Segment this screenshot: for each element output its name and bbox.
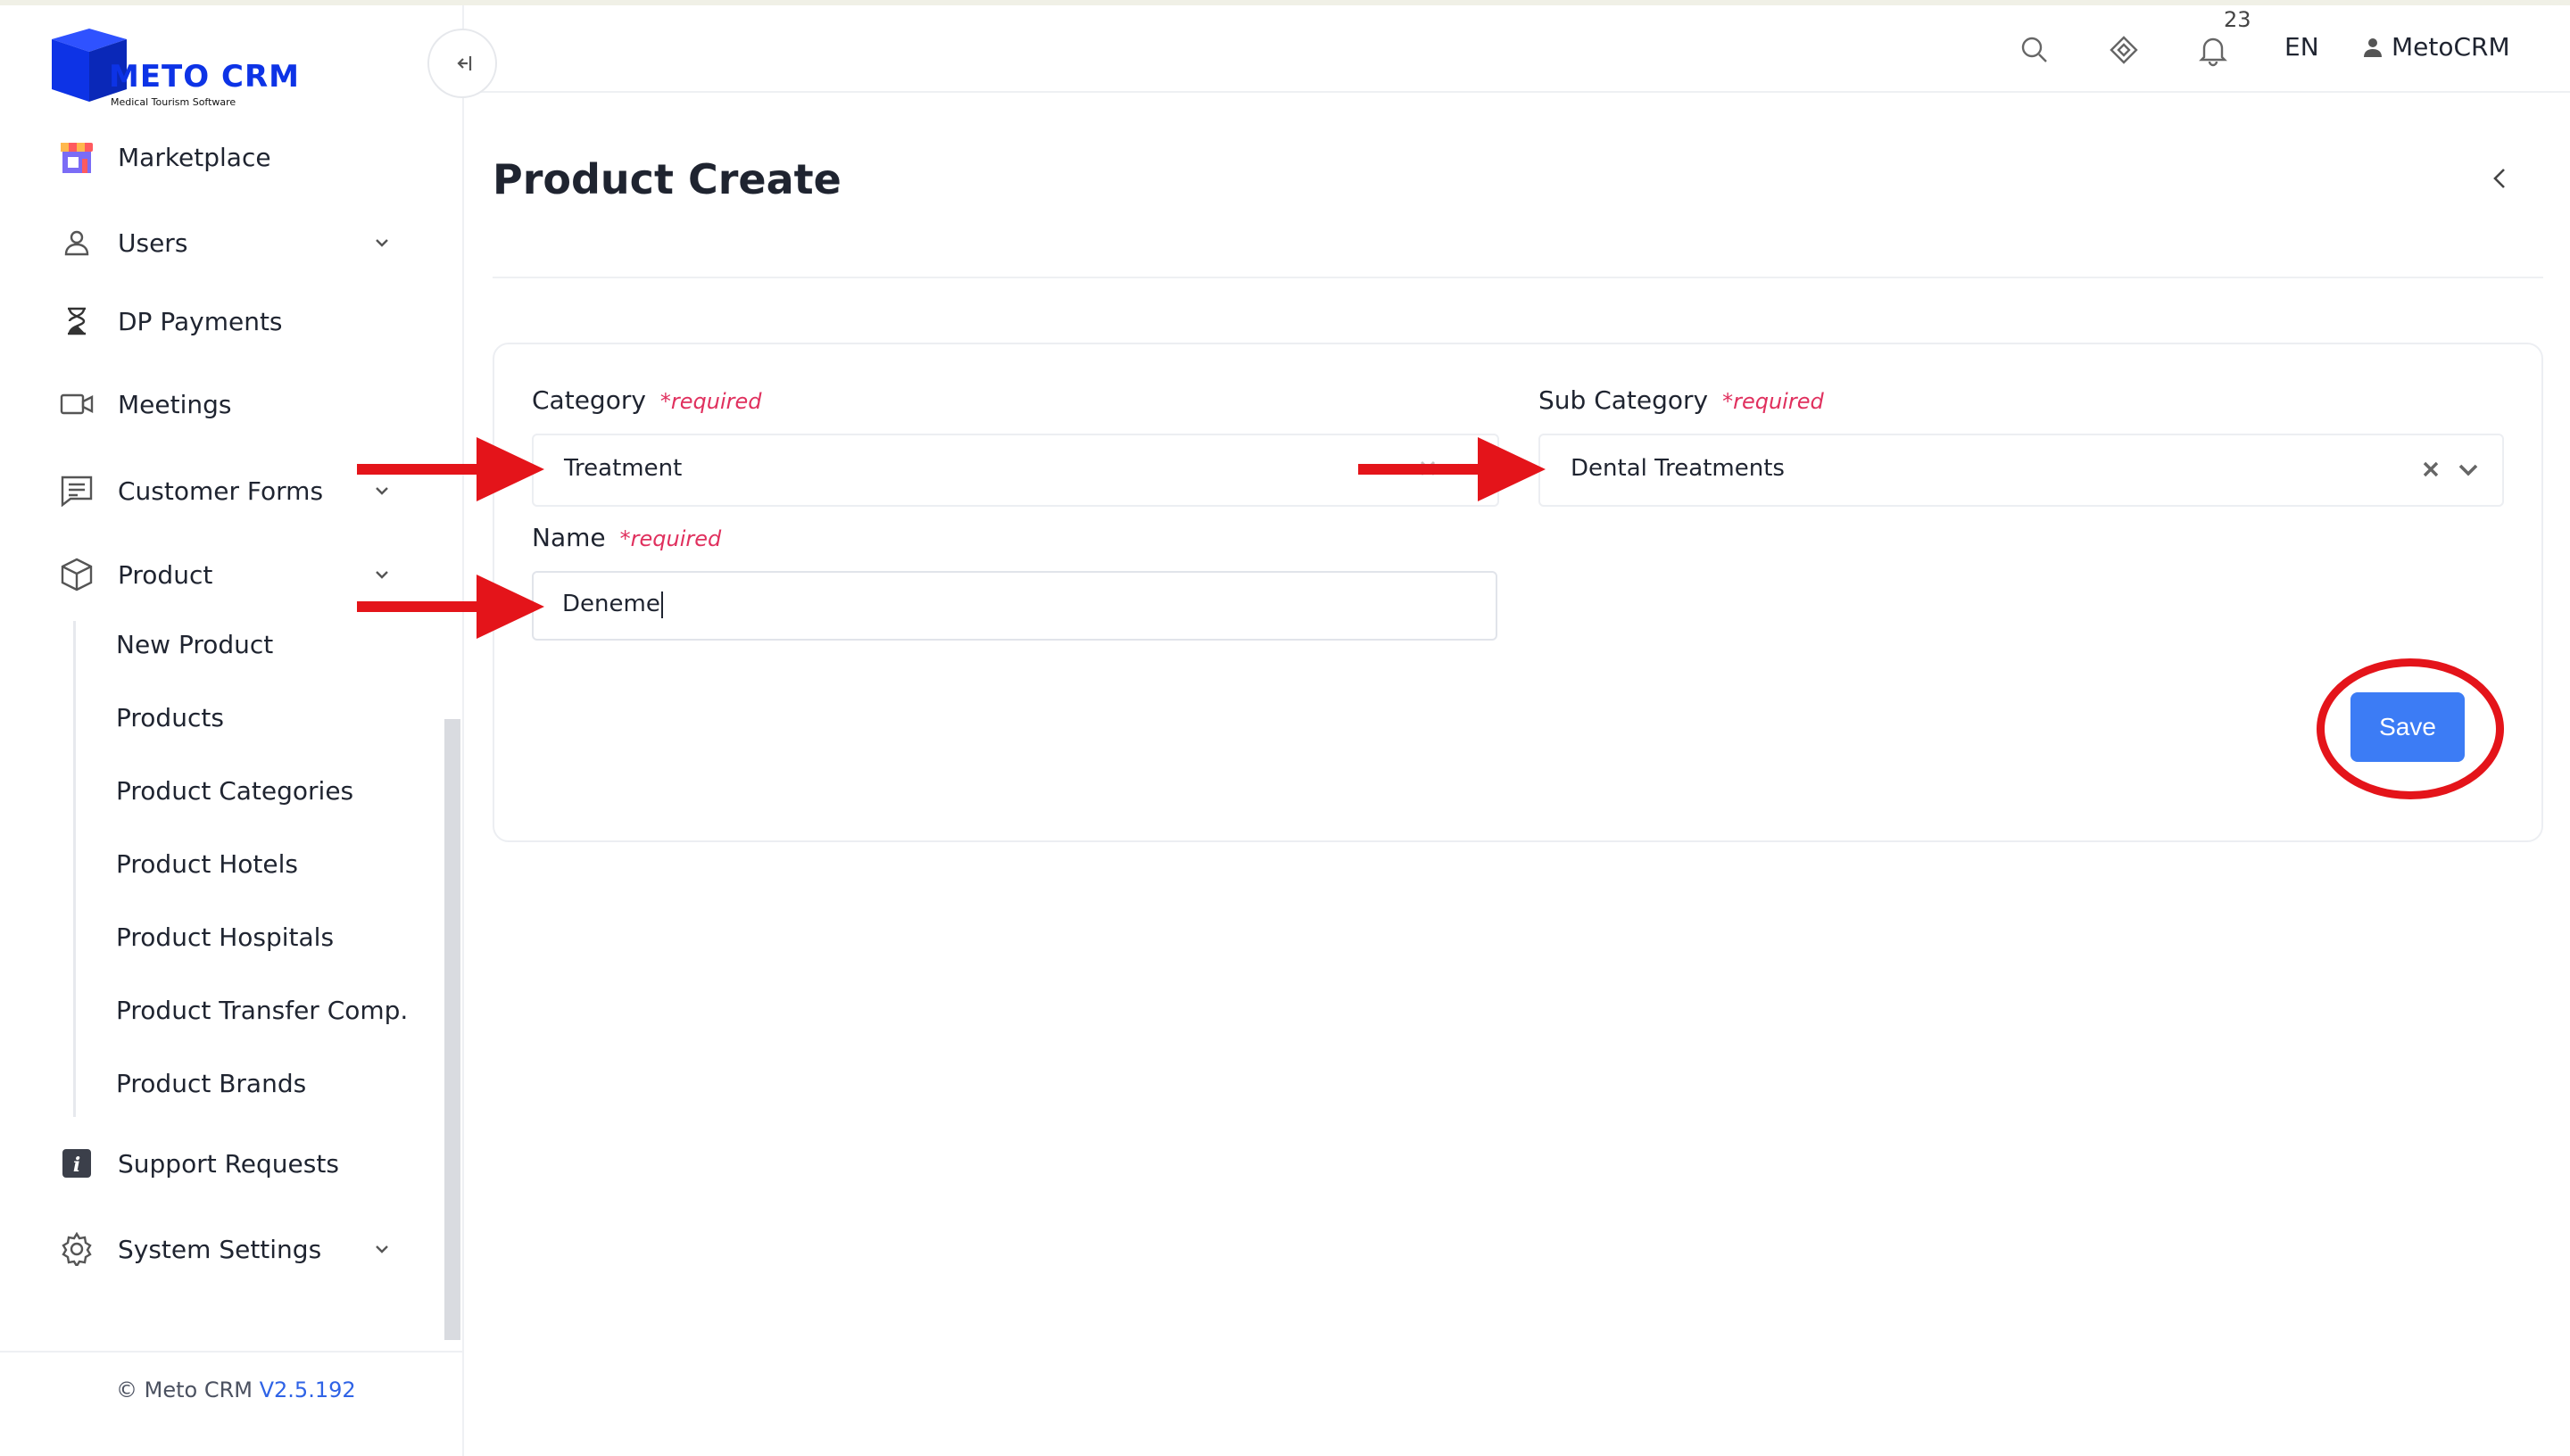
sub-category-select[interactable]: Dental Treatments [1538, 434, 2504, 507]
store-icon [55, 136, 98, 178]
required-marker: *required [619, 526, 722, 551]
brand-name: METO CRM [109, 59, 300, 95]
sidebar-subitem-product-categories[interactable]: Product Categories [116, 776, 353, 806]
annotation-arrow-icon [357, 437, 544, 501]
sidebar-item-system-settings[interactable]: System Settings [55, 1222, 412, 1276]
required-marker: *required [659, 389, 762, 414]
submenu-rail [73, 621, 76, 1117]
sidebar-item-support-requests[interactable]: i Support Requests [55, 1137, 412, 1190]
sidebar-item-marketplace[interactable]: Marketplace [55, 130, 412, 184]
back-chevron-icon[interactable] [2483, 161, 2518, 196]
sidebar-item-users[interactable]: Users [55, 216, 412, 269]
bell-icon[interactable] [2195, 32, 2231, 68]
language-switcher[interactable]: EN [2284, 32, 2319, 62]
brand-logo[interactable]: METO CRM Medical Tourism Software [48, 21, 316, 114]
divider [0, 1351, 462, 1353]
sidebar-item-label: DP Payments [118, 306, 283, 336]
svg-text:i: i [73, 1154, 80, 1177]
diamond-icon[interactable] [2106, 32, 2142, 68]
sidebar-item-label: Users [118, 228, 188, 258]
collapse-sidebar-button[interactable] [427, 29, 497, 98]
text-caret [660, 591, 663, 618]
divider [493, 277, 2543, 278]
sidebar-item-dp-payments[interactable]: DP Payments [55, 294, 412, 348]
chevron-down-icon [376, 239, 388, 247]
category-label: Category *required [532, 385, 762, 415]
required-marker: *required [1722, 389, 1824, 414]
sidebar-item-label: Product [118, 559, 213, 590]
box-icon [55, 553, 98, 596]
sidebar: METO CRM Medical Tourism Software Market… [0, 5, 464, 1456]
video-icon [55, 383, 98, 426]
sidebar-scrollbar[interactable] [444, 719, 460, 1340]
name-value: Deneme [562, 591, 660, 617]
sidebar-subitem-new-product[interactable]: New Product [116, 630, 273, 659]
brand-tagline: Medical Tourism Software [111, 96, 236, 108]
user-menu[interactable]: MetoCRM [2363, 32, 2510, 62]
sub-category-value: Dental Treatments [1571, 455, 1785, 482]
search-icon[interactable] [2017, 32, 2052, 68]
sidebar-item-label: Meetings [118, 389, 232, 419]
form-icon [55, 469, 98, 512]
clear-icon[interactable] [2422, 460, 2440, 478]
category-value: Treatment [564, 455, 683, 482]
name-label: Name *required [532, 523, 722, 552]
sidebar-item-meetings[interactable]: Meetings [55, 377, 412, 431]
app-version: © Meto CRM V2.5.192 [116, 1377, 356, 1402]
category-select[interactable]: Treatment [532, 434, 1499, 507]
sub-category-label: Sub Category *required [1538, 385, 1824, 415]
sidebar-subitem-product-hotels[interactable]: Product Hotels [116, 849, 298, 879]
collapse-left-icon [457, 56, 472, 70]
sidebar-item-label: Marketplace [118, 142, 271, 172]
annotation-arrow-icon [1358, 437, 1546, 501]
annotation-arrow-icon [357, 575, 544, 639]
sidebar-item-label: Support Requests [118, 1148, 339, 1179]
notification-count: 23 [2224, 7, 2251, 32]
user-icon [55, 221, 98, 264]
chevron-down-icon[interactable] [2456, 457, 2481, 482]
copyright-text: © Meto CRM [116, 1377, 253, 1402]
page-title: Product Create [493, 155, 841, 203]
top-header [464, 5, 2570, 93]
sidebar-subitem-product-brands[interactable]: Product Brands [116, 1069, 306, 1098]
version-link[interactable]: V2.5.192 [260, 1377, 356, 1402]
sidebar-subitem-products[interactable]: Products [116, 703, 224, 732]
name-input[interactable]: Deneme [532, 571, 1497, 641]
info-icon: i [55, 1142, 98, 1185]
sidebar-item-label: System Settings [118, 1234, 322, 1264]
annotation-circle [2317, 658, 2504, 799]
hourglass-icon [55, 300, 98, 343]
user-name: MetoCRM [2392, 32, 2510, 62]
sidebar-subitem-product-transfer-comp[interactable]: Product Transfer Comp. [116, 996, 408, 1025]
chevron-down-icon [376, 1245, 388, 1253]
sidebar-item-label: Customer Forms [118, 476, 324, 506]
gear-icon [55, 1228, 98, 1270]
sidebar-subitem-product-hospitals[interactable]: Product Hospitals [116, 922, 334, 952]
user-icon [2364, 37, 2382, 57]
